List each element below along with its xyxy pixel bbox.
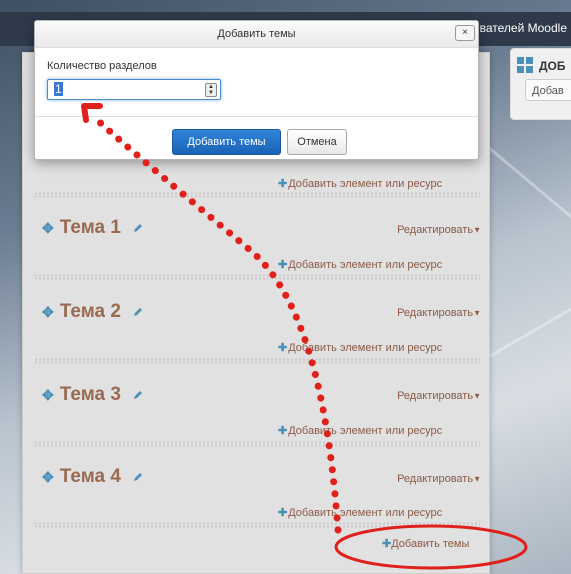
pencil-icon[interactable] — [133, 390, 143, 400]
move-icon[interactable]: ✥ — [42, 387, 54, 403]
move-icon[interactable]: ✥ — [42, 220, 54, 236]
add-activity-link[interactable]: ✚Добавить элемент или ресурс — [278, 258, 442, 271]
pencil-icon[interactable] — [133, 472, 143, 482]
divider — [34, 358, 480, 364]
edit-label: Редактировать — [397, 390, 474, 402]
sections-count-input[interactable]: 1 ▲ ▼ — [47, 79, 221, 100]
pencil-icon[interactable] — [133, 307, 143, 317]
edit-label: Редактировать — [397, 224, 474, 236]
add-activity-link[interactable]: ✚Добавить элемент или ресурс — [278, 424, 442, 437]
dialog-title: Добавить темы — [217, 28, 296, 40]
add-activity-label: Добавить элемент или ресурс — [288, 507, 443, 519]
edit-menu[interactable]: Редактировать▼ — [397, 307, 481, 319]
caret-down-icon: ▼ — [473, 308, 481, 318]
add-topics-dialog: Добавить темы × Количество разделов 1 ▲ ▼… — [34, 20, 479, 160]
plus-icon: ✚ — [278, 425, 288, 437]
plus-icon: ✚ — [278, 259, 288, 271]
topic-heading: ✥ Тема 4 — [42, 466, 143, 488]
add-topics-label: Добавить темы — [391, 538, 470, 550]
sections-count-label: Количество разделов — [47, 60, 157, 72]
divider — [34, 522, 480, 528]
site-name[interactable]: вателей Moodle — [480, 21, 567, 35]
edit-menu[interactable]: Редактировать▼ — [397, 473, 481, 485]
divider — [35, 116, 478, 117]
cancel-button[interactable]: Отмена — [287, 129, 347, 155]
add-activity-label: Добавить элемент или ресурс — [288, 178, 443, 190]
topic-title: Тема 3 — [59, 384, 121, 405]
topic-title: Тема 2 — [59, 301, 121, 322]
add-activity-label: Добавить элемент или ресурс — [288, 342, 443, 354]
edit-menu[interactable]: Редактировать▼ — [397, 390, 481, 402]
topic-title: Тема 1 — [59, 217, 121, 238]
add-block: ДОБ Добав — [510, 48, 571, 120]
add-activity-label: Добавить элемент или ресурс — [288, 259, 443, 271]
add-block-select[interactable]: Добав — [525, 79, 571, 101]
divider — [34, 192, 480, 198]
close-icon[interactable]: × — [455, 25, 475, 41]
topic-heading: ✥ Тема 3 — [42, 384, 143, 406]
topic-heading: ✥ Тема 2 — [42, 301, 143, 323]
topic-title: Тема 4 — [59, 466, 121, 487]
divider — [34, 274, 480, 280]
move-icon[interactable]: ✥ — [42, 304, 54, 320]
sections-count-value: 1 — [54, 82, 63, 96]
add-activity-link[interactable]: ✚Добавить элемент или ресурс — [278, 177, 442, 190]
caret-down-icon: ▼ — [473, 225, 481, 235]
add-activity-link[interactable]: ✚Добавить элемент или ресурс — [278, 506, 442, 519]
add-block-title: ДОБ — [539, 59, 566, 73]
dialog-header: Добавить темы × — [35, 21, 478, 48]
pencil-icon[interactable] — [133, 223, 143, 233]
edit-label: Редактировать — [397, 473, 474, 485]
move-icon[interactable]: ✥ — [42, 469, 54, 485]
topic-heading: ✥ Тема 1 — [42, 217, 143, 239]
plus-icon: ✚ — [278, 178, 288, 190]
caret-down-icon: ▼ — [473, 474, 481, 484]
plus-icon: ✚ — [382, 538, 392, 550]
divider — [34, 441, 480, 447]
caret-down-icon: ▼ — [473, 391, 481, 401]
add-activity-label: Добавить элемент или ресурс — [288, 425, 443, 437]
add-activity-link[interactable]: ✚Добавить элемент или ресурс — [278, 341, 442, 354]
stepper-icon[interactable]: ▲ ▼ — [205, 83, 217, 97]
plus-icon: ✚ — [278, 507, 288, 519]
add-topics-link[interactable]: ✚Добавить темы — [382, 537, 469, 550]
plus-icon: ✚ — [278, 342, 288, 354]
blocks-icon — [517, 57, 533, 73]
add-topics-button[interactable]: Добавить темы — [172, 129, 281, 155]
edit-label: Редактировать — [397, 307, 474, 319]
edit-menu[interactable]: Редактировать▼ — [397, 224, 481, 236]
